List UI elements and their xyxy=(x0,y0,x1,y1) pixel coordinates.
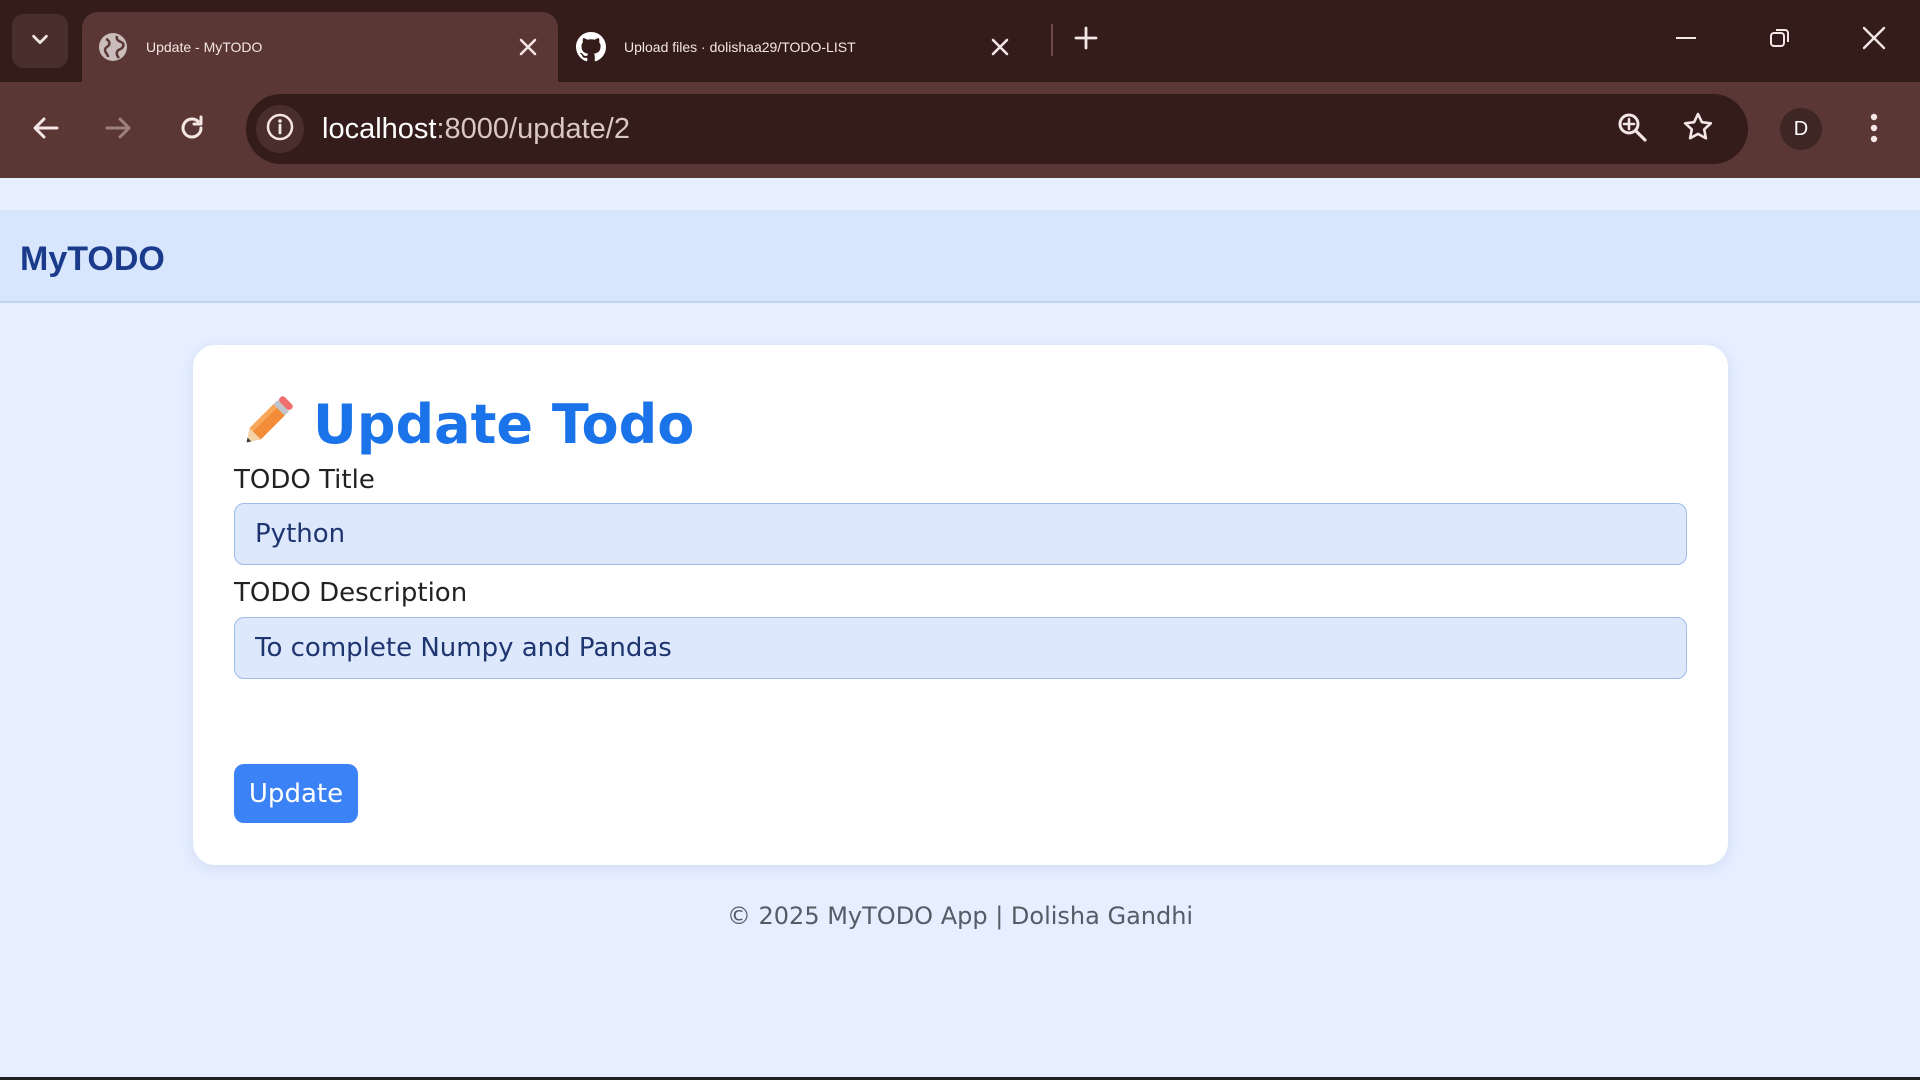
plus-icon xyxy=(1074,26,1098,55)
update-button[interactable]: Update xyxy=(234,764,358,823)
description-input[interactable] xyxy=(234,617,1687,679)
title-input[interactable] xyxy=(234,503,1687,565)
arrow-left-icon xyxy=(31,113,61,148)
title-label: TODO Title xyxy=(234,465,375,495)
update-todo-card: Update Todo TODO Title TODO Description … xyxy=(193,345,1728,865)
address-bar[interactable]: localhost:8000/update/2 xyxy=(246,94,1748,164)
browser-menu-button[interactable] xyxy=(1852,106,1896,154)
more-vertical-icon xyxy=(1870,113,1878,148)
back-button[interactable] xyxy=(22,106,70,154)
browser-toolbar: localhost:8000/update/2 D xyxy=(0,82,1920,178)
restore-button[interactable] xyxy=(1750,10,1810,70)
bookmark-button[interactable] xyxy=(1674,105,1722,153)
app-navbar: MyTODO xyxy=(0,210,1920,303)
pencil-icon xyxy=(237,396,293,452)
tab-title: Update - MyTODO xyxy=(146,39,263,55)
site-info-button[interactable] xyxy=(256,105,304,153)
zoom-button[interactable] xyxy=(1608,105,1656,153)
github-icon xyxy=(576,32,606,62)
globe-icon xyxy=(98,32,128,62)
minimize-button[interactable] xyxy=(1656,10,1716,70)
tab-title: Upload files · dolishaa29/TODO-LIST xyxy=(624,39,856,55)
reload-icon xyxy=(177,113,207,148)
app-brand[interactable]: MyTODO xyxy=(20,240,165,279)
tab-search-button[interactable] xyxy=(12,14,68,68)
chevron-down-icon xyxy=(29,28,51,55)
url-text[interactable]: localhost:8000/update/2 xyxy=(322,94,630,164)
tab-upload-files[interactable]: Upload files · dolishaa29/TODO-LIST xyxy=(560,12,1030,82)
new-tab-button[interactable] xyxy=(1066,20,1106,60)
reload-button[interactable] xyxy=(168,106,216,154)
arrow-right-icon xyxy=(103,113,133,148)
close-window-button[interactable] xyxy=(1844,10,1904,70)
url-host: localhost xyxy=(322,113,437,145)
footer-text: © 2025 MyTODO App | Dolisha Gandhi xyxy=(726,902,1194,930)
minimize-icon xyxy=(1675,27,1697,54)
star-icon xyxy=(1682,111,1714,148)
close-tab-icon[interactable] xyxy=(508,27,548,67)
url-path: :8000/update/2 xyxy=(436,113,630,145)
description-label: TODO Description xyxy=(234,578,468,608)
forward-button[interactable] xyxy=(94,106,142,154)
zoom-in-icon xyxy=(1616,111,1648,148)
profile-avatar[interactable]: D xyxy=(1780,108,1822,150)
close-icon xyxy=(1862,26,1886,55)
info-icon xyxy=(265,112,295,147)
tab-separator xyxy=(1051,24,1053,56)
tab-update-mytodo[interactable]: Update - MyTODO xyxy=(82,12,558,82)
page-content: MyTODO Update Todo TODO Title Python TOD… xyxy=(0,178,1920,1078)
card-header: Update Todo xyxy=(237,389,694,459)
tab-strip: Update - MyTODO Upload files · dolishaa2… xyxy=(0,0,1920,82)
restore-icon xyxy=(1769,27,1791,54)
close-tab-icon[interactable] xyxy=(980,27,1020,67)
page-title: Update Todo xyxy=(313,392,695,456)
